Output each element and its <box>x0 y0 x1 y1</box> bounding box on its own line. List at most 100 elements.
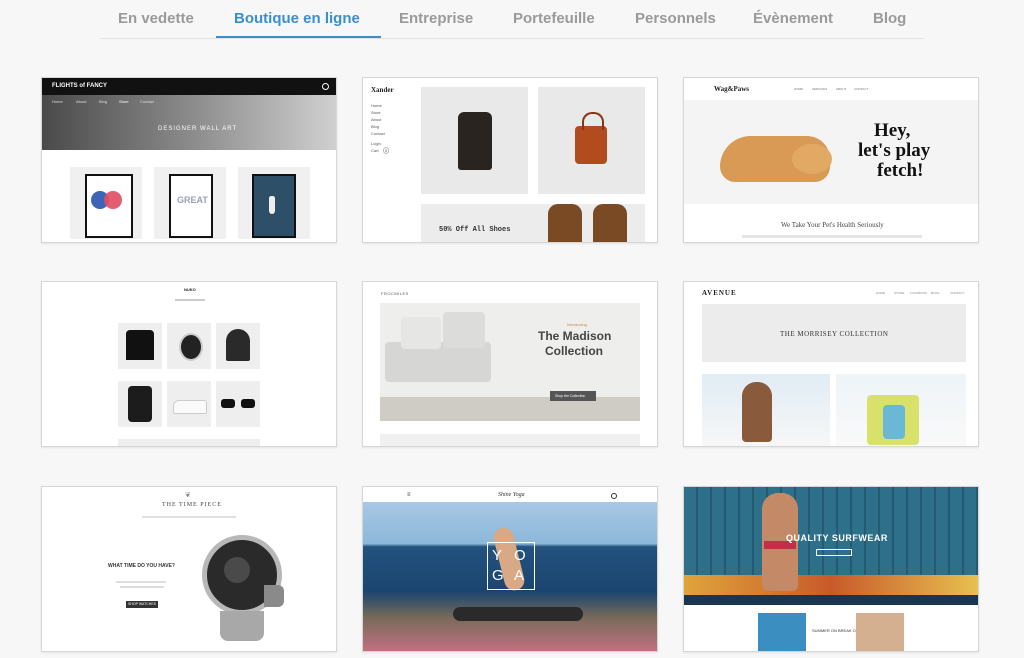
template-brand: Shine Yoga <box>498 492 525 498</box>
nav-item: Home <box>371 103 382 108</box>
watch <box>179 333 203 361</box>
nav-item: Contact <box>140 99 154 104</box>
text-placeholder <box>120 586 164 588</box>
template-brand: NUKO <box>184 287 196 292</box>
leaf-icon: ❦ <box>185 492 191 499</box>
cta-button <box>816 549 852 556</box>
promo-photo <box>856 613 904 651</box>
yoga-figure-legs <box>453 607 583 621</box>
tab-personnels[interactable]: Personnels <box>635 10 716 27</box>
art-text: GREAT <box>177 195 208 205</box>
template-card-quality-surfwear[interactable]: QUALITY SURFWEAR SUMMER ON BREAK ON <box>683 486 979 652</box>
template-card-wag-paws[interactable]: Wag&Paws HOME SERVICES ABOUT CONTACT Hey… <box>683 77 979 243</box>
template-card-time-piece[interactable]: ❦ THE TIME PIECE WHAT TIME DO YOU HAVE? … <box>41 486 337 652</box>
cta-button-label: Shop the Collection <box>555 394 586 398</box>
nav-item: Blog <box>371 124 380 129</box>
active-tab-indicator <box>216 36 381 38</box>
template-brand: Xander <box>371 86 394 94</box>
tab-portefeuille[interactable]: Portefeuille <box>513 10 595 27</box>
cushion <box>401 317 441 349</box>
vase-icon <box>269 196 275 214</box>
tshirt <box>126 330 154 360</box>
nav-placeholder <box>175 299 205 301</box>
site-nav <box>684 595 978 605</box>
nav-item: HOME <box>794 87 803 91</box>
sunglasses-lens <box>241 399 255 408</box>
leather-jacket <box>458 112 492 170</box>
hero-headline: Hey, <box>874 120 911 141</box>
handbag-panel <box>883 405 905 439</box>
banner-title: THE MORRISEY COLLECTION <box>780 330 889 338</box>
nav-item: Contact <box>371 131 385 136</box>
tab-evenement[interactable]: Évènement <box>753 10 833 27</box>
cart-count: 0 <box>383 147 390 154</box>
tab-en-vedette[interactable]: En vedette <box>118 10 194 27</box>
promo-text: 50% Off All Shoes <box>439 226 511 234</box>
watch-dial <box>224 557 250 583</box>
watch-band <box>264 585 284 607</box>
login-link: Login <box>371 141 381 146</box>
shoe <box>593 204 627 242</box>
handbag-handle <box>582 112 604 130</box>
model-figure <box>742 382 772 442</box>
template-card-nuko[interactable]: NUKO <box>41 281 337 447</box>
nav-item: Store <box>119 99 129 104</box>
floor <box>380 397 640 421</box>
nav-item: Blog <box>99 99 108 104</box>
logo-letter: Y <box>492 547 503 564</box>
text-placeholder <box>116 581 166 583</box>
handbag <box>575 126 607 164</box>
sneaker <box>173 400 207 414</box>
nav-item: Home <box>52 99 63 104</box>
puppy-head <box>792 144 832 174</box>
template-card-xander[interactable]: Xander Home Store About Blog Contact Log… <box>362 77 658 243</box>
nav-item: ABOUT <box>836 87 847 91</box>
tab-entreprise[interactable]: Entreprise <box>399 10 473 27</box>
hero-kicker: Introducing <box>567 322 587 327</box>
template-brand: FROCMILES <box>381 291 409 296</box>
cart-link: Cart <box>371 148 379 153</box>
nav-item: SERVICES <box>812 87 828 91</box>
nav-placeholder <box>142 516 236 518</box>
tab-blog[interactable]: Blog <box>873 10 906 27</box>
hero-headline: QUALITY SURFWEAR <box>786 533 888 543</box>
sunglasses-lens <box>221 399 235 408</box>
nav-item: Store <box>371 110 381 115</box>
hero-title: DESIGNER WALL ART <box>158 126 238 132</box>
template-brand: FLIGHTS of FANCY <box>52 83 107 89</box>
shoe <box>548 204 582 242</box>
nav-item: STORE <box>894 291 905 295</box>
template-card-frocmiles[interactable]: FROCMILES Introducing The Madison Collec… <box>362 281 658 447</box>
beanie <box>226 329 250 361</box>
cta-button-label: SHOP WATCHES <box>128 602 156 606</box>
flowers <box>684 575 978 595</box>
search-icon <box>322 83 329 90</box>
section-heading: WHAT TIME DO YOU HAVE? <box>108 563 175 569</box>
nav-item: About <box>76 99 87 104</box>
template-card-shine-yoga[interactable]: ≡ Shine Yoga Y O G A <box>362 486 658 652</box>
hero-title: The Madison <box>538 329 612 343</box>
logo-letter: A <box>514 567 525 584</box>
cushion <box>443 312 485 348</box>
search-icon <box>611 493 617 499</box>
logo-letter: O <box>514 547 526 564</box>
hero-headline: fetch! <box>877 160 924 181</box>
promo-photo <box>758 613 806 651</box>
nav-item: CONTACT <box>854 87 869 91</box>
text-placeholder <box>742 235 922 238</box>
promo-text: SUMMER ON BREAK ON <box>812 628 859 633</box>
nav-item: CONTACT <box>950 291 965 295</box>
thumbnail-row <box>380 434 640 446</box>
product-row <box>118 439 260 446</box>
menu-icon: ≡ <box>407 492 411 498</box>
template-card-avenue[interactable]: AVENUE HOME STORE LOOKBOOK BLOG CONTACT … <box>683 281 979 447</box>
watch-band <box>220 611 264 641</box>
template-brand: AVENUE <box>702 289 737 297</box>
art-frame <box>169 174 213 238</box>
hero-headline: let's play <box>858 140 931 161</box>
tab-boutique-en-ligne[interactable]: Boutique en ligne <box>234 10 360 27</box>
nav-item: LOOKBOOK <box>910 291 928 295</box>
template-card-flights-of-fancy[interactable]: FLIGHTS of FANCY Home About Blog Store C… <box>41 77 337 243</box>
tagline: We Take Your Pet's Health Seriously <box>781 221 884 229</box>
template-brand: THE TIME PIECE <box>162 502 222 508</box>
